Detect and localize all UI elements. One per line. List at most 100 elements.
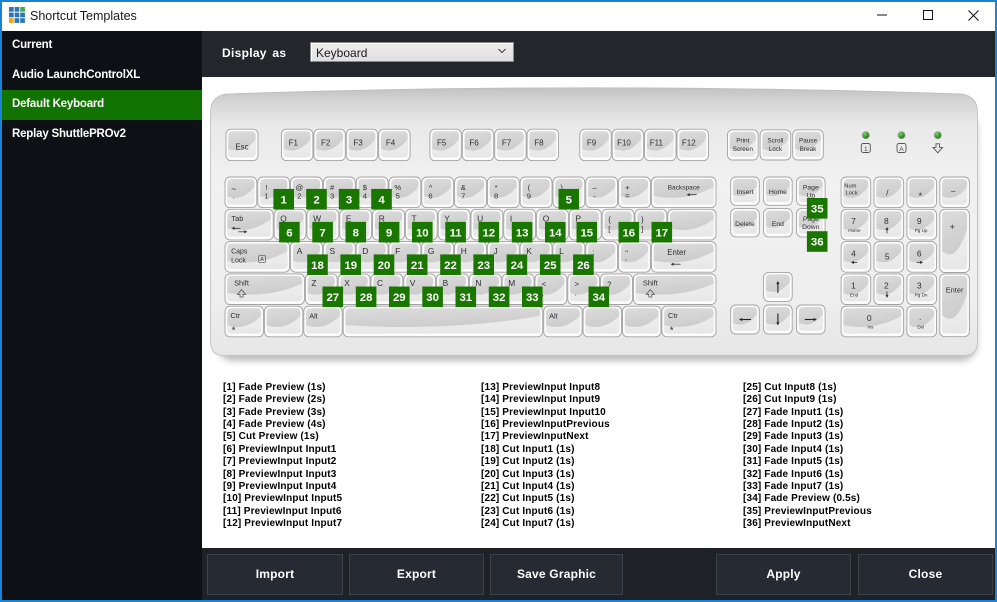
svg-text:9: 9 xyxy=(527,192,531,201)
svg-text:28: 28 xyxy=(360,292,373,304)
svg-text:23: 23 xyxy=(477,260,490,272)
svg-text:A: A xyxy=(297,246,303,256)
svg-text:Alt: Alt xyxy=(309,312,318,321)
svg-text:8: 8 xyxy=(494,192,498,201)
svg-text:29: 29 xyxy=(393,292,406,304)
svg-text:L: L xyxy=(559,246,564,256)
svg-text:9: 9 xyxy=(917,216,922,226)
svg-text:Backspace: Backspace xyxy=(668,185,701,192)
svg-text:!: ! xyxy=(265,183,267,192)
svg-text:A: A xyxy=(899,146,904,153)
svg-text:Screen: Screen xyxy=(733,146,754,153)
svg-text:J: J xyxy=(494,246,498,256)
svg-text:2: 2 xyxy=(884,281,889,291)
svg-text:C: C xyxy=(377,278,383,288)
svg-text:N: N xyxy=(475,278,481,288)
svg-text:Tab: Tab xyxy=(231,214,243,223)
svg-text:V: V xyxy=(410,278,416,288)
svg-text:7: 7 xyxy=(461,192,465,201)
svg-text:.: . xyxy=(233,192,235,201)
svg-text:A: A xyxy=(260,257,264,263)
svg-text:{: { xyxy=(608,215,611,224)
svg-text:Home: Home xyxy=(848,228,861,233)
svg-text:Shift: Shift xyxy=(643,279,658,288)
svg-text:F1: F1 xyxy=(289,138,299,147)
svg-text:1: 1 xyxy=(281,194,288,206)
svg-text:14: 14 xyxy=(549,227,562,239)
svg-text:6: 6 xyxy=(286,227,292,239)
svg-text:Lock: Lock xyxy=(231,258,246,265)
svg-text:Shift: Shift xyxy=(234,279,249,288)
svg-text:F7: F7 xyxy=(502,138,512,147)
svg-text:32: 32 xyxy=(493,292,506,304)
svg-text:*: * xyxy=(918,191,922,201)
svg-text:Page: Page xyxy=(803,185,819,192)
svg-text:*: * xyxy=(232,326,236,337)
svg-text:&: & xyxy=(461,183,466,192)
svg-text:^: ^ xyxy=(429,183,433,192)
svg-text:Lock: Lock xyxy=(769,146,783,153)
svg-text:F3: F3 xyxy=(353,138,363,147)
svg-text:1: 1 xyxy=(264,192,268,201)
svg-text:F12: F12 xyxy=(682,138,696,147)
svg-text:G: G xyxy=(428,246,435,256)
svg-text:1: 1 xyxy=(864,146,868,153)
svg-text:+: + xyxy=(625,183,630,192)
svg-text:+: + xyxy=(950,222,955,232)
svg-text:17: 17 xyxy=(655,227,668,239)
svg-text:Down: Down xyxy=(802,224,820,231)
svg-text:Num: Num xyxy=(844,184,856,190)
svg-text:*: * xyxy=(495,183,498,192)
svg-text:30: 30 xyxy=(426,292,439,304)
svg-text:F4: F4 xyxy=(386,138,396,147)
svg-text:Ins: Ins xyxy=(867,325,874,330)
svg-text:Ctr: Ctr xyxy=(668,311,678,320)
svg-text:Enter: Enter xyxy=(667,248,686,257)
svg-text:Pg Up: Pg Up xyxy=(915,228,928,233)
svg-text:16: 16 xyxy=(622,227,635,239)
svg-text:3: 3 xyxy=(917,281,922,291)
svg-text:F11: F11 xyxy=(650,138,664,147)
svg-text:26: 26 xyxy=(577,260,590,272)
svg-text:F8: F8 xyxy=(534,138,544,147)
svg-text:–: – xyxy=(951,187,956,196)
svg-text:27: 27 xyxy=(326,292,339,304)
svg-text:F10: F10 xyxy=(617,138,631,147)
svg-text:2: 2 xyxy=(313,194,319,206)
svg-text:Print: Print xyxy=(736,138,749,145)
svg-text:.: . xyxy=(919,312,921,322)
svg-text:Ctr: Ctr xyxy=(230,311,240,320)
svg-text:Caps: Caps xyxy=(231,248,248,255)
svg-text:22: 22 xyxy=(444,260,457,272)
svg-text:3: 3 xyxy=(346,194,352,206)
svg-text:>: > xyxy=(575,280,580,289)
svg-text:Alt: Alt xyxy=(549,312,558,321)
svg-text:Pause: Pause xyxy=(799,138,818,145)
svg-text:12: 12 xyxy=(482,227,495,239)
svg-text:35: 35 xyxy=(811,203,824,215)
svg-text:F6: F6 xyxy=(469,138,479,147)
svg-text:Del: Del xyxy=(917,325,924,330)
svg-text:7: 7 xyxy=(851,216,856,226)
svg-text:S: S xyxy=(330,246,336,256)
svg-text:Enter: Enter xyxy=(946,285,964,294)
svg-text:Break: Break xyxy=(800,146,817,153)
svg-text:K: K xyxy=(526,246,532,256)
svg-text:End: End xyxy=(850,292,859,297)
svg-text:5: 5 xyxy=(396,192,400,201)
svg-text:13: 13 xyxy=(516,227,529,239)
svg-text:F9: F9 xyxy=(587,138,597,147)
svg-text:34: 34 xyxy=(592,292,605,304)
svg-text:Insert: Insert xyxy=(737,189,754,196)
svg-text:F2: F2 xyxy=(321,138,331,147)
svg-text:33: 33 xyxy=(526,292,539,304)
svg-text:0: 0 xyxy=(867,313,872,323)
svg-text:4: 4 xyxy=(378,194,385,206)
svg-text:25: 25 xyxy=(544,260,557,272)
svg-text:Esc: Esc xyxy=(235,142,248,151)
svg-text:36: 36 xyxy=(811,237,824,249)
svg-text:1: 1 xyxy=(851,281,856,291)
svg-text:4: 4 xyxy=(363,192,367,201)
svg-text:X: X xyxy=(344,278,350,288)
svg-text:5: 5 xyxy=(566,194,573,206)
